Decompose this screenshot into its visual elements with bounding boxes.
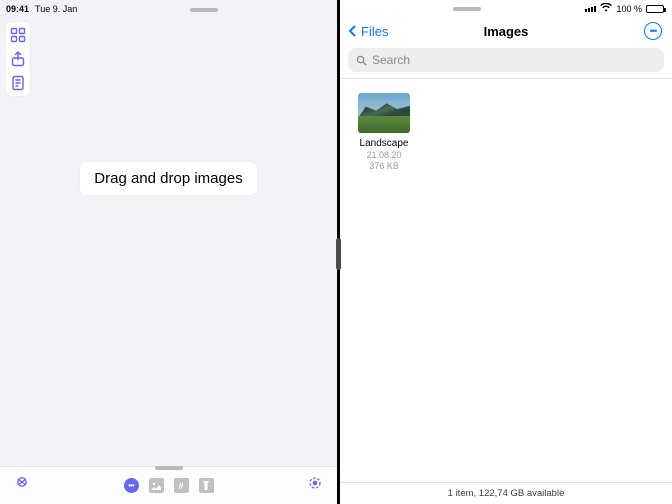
bottom-handle-icon[interactable] [155, 466, 183, 470]
multitask-handle-icon[interactable] [453, 7, 481, 11]
files-footer: 1 item, 122,74 GB available [340, 482, 672, 504]
split-divider[interactable] [337, 0, 340, 504]
search-placeholder: Search [372, 53, 410, 67]
ellipsis-circle-icon[interactable]: ••• [124, 478, 139, 493]
file-date: 21.08.20 [352, 150, 416, 161]
battery-percent: 100 % [616, 4, 642, 14]
target-icon[interactable] [307, 475, 323, 496]
person-icon[interactable] [14, 475, 30, 496]
drop-area[interactable]: Drag and drop images [0, 14, 337, 466]
bottom-center-tools: ••• # [30, 478, 307, 493]
footer-summary: 1 item, 122,74 GB available [448, 488, 565, 499]
page-title: Images [340, 24, 672, 39]
file-size: 376 KB [352, 161, 416, 172]
file-item[interactable]: Landscape 21.08.20 376 KB [352, 93, 416, 173]
right-status-bar: 100 % [340, 0, 672, 14]
files-grid[interactable]: Landscape 21.08.20 376 KB [340, 79, 672, 482]
drop-message: Drag and drop images [80, 162, 256, 195]
divider-handle-icon[interactable] [336, 238, 341, 270]
file-thumbnail [358, 93, 410, 133]
image-tool-icon[interactable] [149, 478, 164, 493]
left-bottom-toolbar: ••• # [0, 466, 337, 504]
search-input[interactable]: Search [348, 48, 664, 72]
search-icon [356, 55, 367, 66]
cellular-icon [585, 6, 596, 12]
battery-icon [646, 5, 664, 13]
files-nav-bar: Files Images ••• [340, 14, 672, 44]
file-name: Landscape [352, 138, 416, 149]
left-status-bar: 09:41 Tue 9. Jan [0, 0, 337, 14]
multitask-handle-icon[interactable] [190, 8, 218, 12]
grid-icon[interactable] [10, 27, 26, 43]
left-toolbar [6, 22, 30, 96]
status-date: Tue 9. Jan [35, 4, 77, 14]
left-app-pane: 09:41 Tue 9. Jan Drag and drop images [0, 0, 337, 504]
clock: 09:41 [6, 4, 29, 14]
more-options-button[interactable]: ••• [644, 22, 662, 40]
document-icon[interactable] [10, 75, 26, 91]
share-icon[interactable] [10, 51, 26, 67]
flashlight-tool-icon[interactable] [199, 478, 214, 493]
wifi-icon [600, 3, 612, 15]
files-app-pane: 100 % Files Images ••• Search [340, 0, 672, 504]
hash-tool-icon[interactable]: # [174, 478, 189, 493]
